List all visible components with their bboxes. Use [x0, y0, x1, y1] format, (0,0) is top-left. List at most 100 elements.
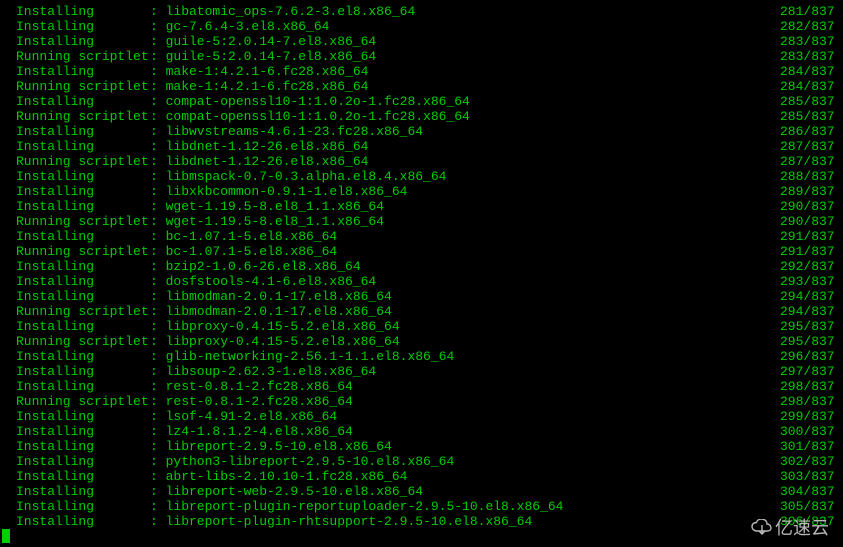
progress-counter: 288/837	[780, 169, 843, 184]
package-name: : libmodman-2.0.1-17.el8.x86_64	[150, 304, 780, 319]
install-action: Installing	[16, 139, 150, 154]
terminal-line: Running scriptlet: guile-5:2.0.14-7.el8.…	[0, 49, 843, 64]
terminal-line: Running scriptlet: libdnet-1.12-26.el8.x…	[0, 154, 843, 169]
terminal-line: Installing : libxkbcommon-0.9.1-1.el8.x8…	[0, 184, 843, 199]
terminal-line: Installing : libreport-2.9.5-10.el8.x86_…	[0, 439, 843, 454]
terminal-line: Installing : libatomic_ops-7.6.2-3.el8.x…	[0, 4, 843, 19]
terminal-line: Installing : libmspack-0.7-0.3.alpha.el8…	[0, 169, 843, 184]
install-action: Running scriptlet	[16, 214, 150, 229]
terminal-output: Installing : libatomic_ops-7.6.2-3.el8.x…	[0, 4, 843, 529]
package-name: : make-1:4.2.1-6.fc28.x86_64	[150, 64, 780, 79]
package-name: : glib-networking-2.56.1-1.1.el8.x86_64	[150, 349, 780, 364]
watermark: 亿速云	[751, 519, 829, 537]
install-action: Installing	[16, 34, 150, 49]
install-action: Installing	[16, 379, 150, 394]
progress-counter: 293/837	[780, 274, 843, 289]
terminal-line: Installing : gc-7.6.4-3.el8.x86_64282/83…	[0, 19, 843, 34]
install-action: Running scriptlet	[16, 109, 150, 124]
progress-counter: 285/837	[780, 109, 843, 124]
install-action: Running scriptlet	[16, 79, 150, 94]
terminal-line: Installing : dosfstools-4.1-6.el8.x86_64…	[0, 274, 843, 289]
progress-counter: 299/837	[780, 409, 843, 424]
progress-counter: 290/837	[780, 199, 843, 214]
watermark-text: 亿速云	[775, 521, 829, 536]
package-name: : guile-5:2.0.14-7.el8.x86_64	[150, 49, 780, 64]
progress-counter: 281/837	[780, 4, 843, 19]
progress-counter: 286/837	[780, 124, 843, 139]
install-action: Installing	[16, 19, 150, 34]
terminal-line: Installing : libproxy-0.4.15-5.2.el8.x86…	[0, 319, 843, 334]
package-name: : wget-1.19.5-8.el8_1.1.x86_64	[150, 214, 780, 229]
terminal-line: Running scriptlet: libmodman-2.0.1-17.el…	[0, 304, 843, 319]
install-action: Installing	[16, 169, 150, 184]
progress-counter: 305/837	[780, 499, 843, 514]
package-name: : compat-openssl10-1:1.0.2o-1.fc28.x86_6…	[150, 109, 780, 124]
package-name: : compat-openssl10-1:1.0.2o-1.fc28.x86_6…	[150, 94, 780, 109]
progress-counter: 303/837	[780, 469, 843, 484]
install-action: Running scriptlet	[16, 304, 150, 319]
progress-counter: 282/837	[780, 19, 843, 34]
terminal-line: Running scriptlet: libproxy-0.4.15-5.2.e…	[0, 334, 843, 349]
progress-counter: 289/837	[780, 184, 843, 199]
terminal-line: Installing : python3-libreport-2.9.5-10.…	[0, 454, 843, 469]
progress-counter: 295/837	[780, 319, 843, 334]
package-name: : libdnet-1.12-26.el8.x86_64	[150, 139, 780, 154]
package-name: : libxkbcommon-0.9.1-1.el8.x86_64	[150, 184, 780, 199]
progress-counter: 296/837	[780, 349, 843, 364]
install-action: Running scriptlet	[16, 334, 150, 349]
progress-counter: 284/837	[780, 79, 843, 94]
terminal-line: Installing : rest-0.8.1-2.fc28.x86_64298…	[0, 379, 843, 394]
install-action: Installing	[16, 409, 150, 424]
terminal-line: Installing : bzip2-1.0.6-26.el8.x86_6429…	[0, 259, 843, 274]
install-action: Installing	[16, 514, 150, 529]
progress-counter: 290/837	[780, 214, 843, 229]
progress-counter: 297/837	[780, 364, 843, 379]
cursor-line	[0, 529, 843, 547]
package-name: : libdnet-1.12-26.el8.x86_64	[150, 154, 780, 169]
install-action: Installing	[16, 64, 150, 79]
terminal-line: Installing : guile-5:2.0.14-7.el8.x86_64…	[0, 34, 843, 49]
install-action: Installing	[16, 94, 150, 109]
progress-counter: 298/837	[780, 394, 843, 409]
progress-counter: 298/837	[780, 379, 843, 394]
progress-counter: 294/837	[780, 289, 843, 304]
install-action: Installing	[16, 124, 150, 139]
install-action: Installing	[16, 274, 150, 289]
terminal-cursor	[2, 529, 10, 543]
install-action: Installing	[16, 364, 150, 379]
terminal-line: Installing : libreport-web-2.9.5-10.el8.…	[0, 484, 843, 499]
terminal-line: Installing : libwvstreams-4.6.1-23.fc28.…	[0, 124, 843, 139]
package-name: : dosfstools-4.1-6.el8.x86_64	[150, 274, 780, 289]
install-action: Installing	[16, 184, 150, 199]
package-name: : python3-libreport-2.9.5-10.el8.x86_64	[150, 454, 780, 469]
progress-counter: 300/837	[780, 424, 843, 439]
package-name: : libmodman-2.0.1-17.el8.x86_64	[150, 289, 780, 304]
install-action: Installing	[16, 229, 150, 244]
install-action: Running scriptlet	[16, 154, 150, 169]
terminal-line: Installing : make-1:4.2.1-6.fc28.x86_642…	[0, 64, 843, 79]
terminal-line: Installing : wget-1.19.5-8.el8_1.1.x86_6…	[0, 199, 843, 214]
install-action: Running scriptlet	[16, 244, 150, 259]
package-name: : guile-5:2.0.14-7.el8.x86_64	[150, 34, 780, 49]
install-action: Running scriptlet	[16, 394, 150, 409]
progress-counter: 291/837	[780, 229, 843, 244]
terminal-line: Running scriptlet: bc-1.07.1-5.el8.x86_6…	[0, 244, 843, 259]
package-name: : gc-7.6.4-3.el8.x86_64	[150, 19, 780, 34]
terminal-line: Installing : glib-networking-2.56.1-1.1.…	[0, 349, 843, 364]
package-name: : libatomic_ops-7.6.2-3.el8.x86_64	[150, 4, 780, 19]
terminal-line: Installing : lz4-1.8.1.2-4.el8.x86_64300…	[0, 424, 843, 439]
package-name: : make-1:4.2.1-6.fc28.x86_64	[150, 79, 780, 94]
progress-counter: 292/837	[780, 259, 843, 274]
package-name: : libreport-plugin-reportuploader-2.9.5-…	[150, 499, 780, 514]
progress-counter: 291/837	[780, 244, 843, 259]
install-action: Installing	[16, 289, 150, 304]
install-action: Installing	[16, 424, 150, 439]
package-name: : bc-1.07.1-5.el8.x86_64	[150, 229, 780, 244]
package-name: : abrt-libs-2.10.10-1.fc28.x86_64	[150, 469, 780, 484]
package-name: : libmspack-0.7-0.3.alpha.el8.4.x86_64	[150, 169, 780, 184]
watermark-icon	[751, 519, 773, 537]
progress-counter: 283/837	[780, 34, 843, 49]
terminal-line: Running scriptlet: compat-openssl10-1:1.…	[0, 109, 843, 124]
install-action: Installing	[16, 349, 150, 364]
terminal-line: Installing : libreport-plugin-rhtsupport…	[0, 514, 843, 529]
